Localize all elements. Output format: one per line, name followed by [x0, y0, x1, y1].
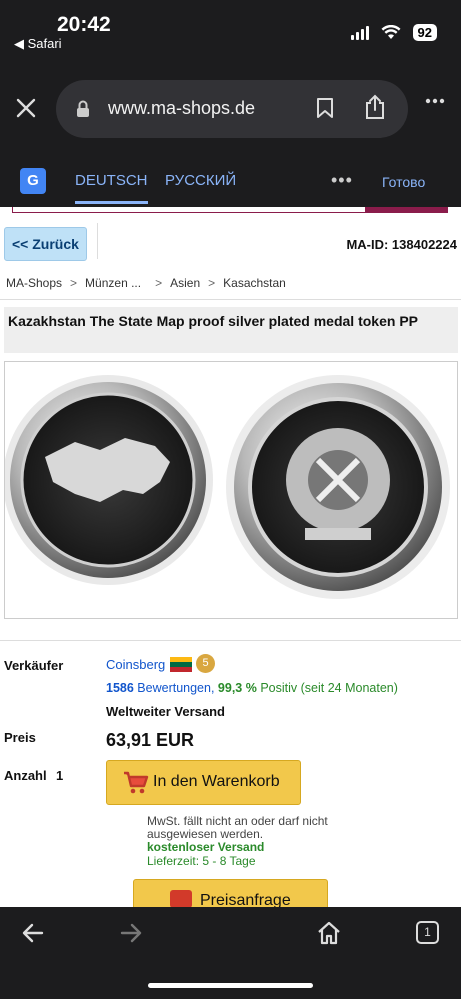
status-indicators: 92	[350, 24, 437, 41]
positive-text: Positiv (seit 24 Monaten)	[260, 681, 398, 695]
back-button[interactable]: << Zurück	[4, 227, 87, 261]
signal-icon	[350, 25, 369, 40]
seller-link[interactable]: Coinsberg	[106, 657, 165, 672]
quantity-value[interactable]: 1	[56, 768, 63, 783]
quantity-label: Anzahl	[4, 768, 47, 783]
breadcrumb-separator: >	[208, 276, 216, 290]
price-value: 63,91 EUR	[106, 730, 195, 750]
status-time: 20:42	[57, 13, 111, 36]
lithuania-flag-icon	[170, 657, 192, 672]
positive-percent: 99,3 %	[217, 681, 257, 695]
search-bar-edge[interactable]	[12, 207, 448, 213]
lock-icon	[77, 100, 89, 117]
bookmark-icon[interactable]	[316, 97, 334, 119]
back-arrow-icon[interactable]	[22, 923, 44, 943]
seller-ratings[interactable]: 1586 Bewertungen, 99,3 % Positiv (seit 2…	[106, 681, 398, 695]
home-indicator[interactable]	[148, 983, 313, 988]
tab-deutsch[interactable]: DEUTSCH	[75, 172, 148, 204]
tab-russian[interactable]: РУССКИЙ	[165, 172, 236, 189]
cart-icon	[124, 771, 149, 794]
divider	[0, 640, 461, 641]
vat-note: MwSt. fällt nicht an oder darf nicht aus…	[147, 814, 328, 841]
home-icon[interactable]	[317, 921, 341, 945]
breadcrumb-item[interactable]: Münzen ...	[85, 276, 141, 290]
breadcrumb-item[interactable]: Kasachstan	[223, 276, 286, 290]
bottom-toolbar: 1	[0, 907, 461, 999]
translate-more-icon[interactable]: •••	[331, 170, 353, 191]
url-bar[interactable]: www.ma-shops.de	[56, 80, 408, 138]
close-icon[interactable]	[14, 96, 38, 120]
seller-label: Verkäufer	[4, 658, 64, 673]
price-request-button[interactable]: Preisanfrage	[133, 879, 328, 907]
breadcrumb-separator: >	[155, 276, 163, 290]
back-to-app-link[interactable]: ◀ Safari	[14, 36, 62, 52]
breadcrumb-item[interactable]: MA-Shops	[6, 276, 62, 290]
web-content: << Zurück MA-ID: 138402224 MA-Shops > Mü…	[0, 207, 461, 907]
done-button[interactable]: Готово	[382, 174, 425, 190]
price-request-label: Preisanfrage	[200, 892, 291, 907]
divider	[0, 299, 461, 300]
add-to-cart-label: In den Warenkorb	[153, 773, 280, 790]
price-label: Preis	[4, 730, 36, 745]
page-title: Kazakhstan The State Map proof silver pl…	[8, 313, 418, 329]
free-shipping-note: kostenloser Versand	[147, 840, 265, 854]
ma-id: MA-ID: 138402224	[346, 237, 457, 252]
share-icon[interactable]	[364, 94, 386, 120]
url-text[interactable]: www.ma-shops.de	[108, 98, 255, 119]
seller-level-badge: 5	[196, 654, 215, 673]
delivery-time: Lieferzeit: 5 - 8 Tage	[147, 854, 256, 868]
google-translate-icon: G	[20, 168, 46, 194]
price-tag-icon	[170, 890, 192, 907]
breadcrumb-item[interactable]: Asien	[170, 276, 200, 290]
add-to-cart-button[interactable]: In den Warenkorb	[106, 760, 301, 805]
product-image[interactable]	[3, 361, 458, 619]
forward-arrow-icon[interactable]	[120, 923, 142, 943]
tabs-count-button[interactable]: 1	[416, 921, 439, 944]
divider	[97, 223, 98, 259]
shipping-info: Weltweiter Versand	[106, 704, 225, 719]
ratings-word: Bewertungen,	[137, 681, 215, 695]
breadcrumb: MA-Shops > Münzen ... > Asien > Kasachst…	[6, 276, 286, 290]
coin-photo	[3, 375, 450, 599]
wifi-icon	[381, 25, 401, 39]
translate-bar: G DEUTSCH РУССКИЙ ••• Готово	[0, 152, 461, 207]
breadcrumb-separator: >	[70, 276, 78, 290]
more-menu-icon[interactable]	[425, 98, 445, 104]
ratings-count: 1586	[106, 681, 134, 695]
search-button-edge[interactable]	[365, 207, 447, 213]
title-box: Kazakhstan The State Map proof silver pl…	[4, 307, 458, 353]
battery-badge: 92	[412, 24, 437, 41]
